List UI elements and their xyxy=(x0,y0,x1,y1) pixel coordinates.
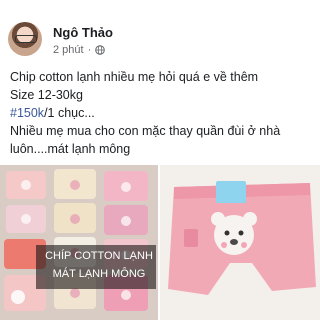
author-name[interactable]: Ngô Thảo xyxy=(53,25,113,40)
caption-line: CHÍP COTTON LẠNH xyxy=(45,250,153,262)
pink-shorts-image xyxy=(160,165,320,320)
post-meta: 2 phút · xyxy=(53,44,106,56)
post-text-line: Nhiều mẹ mua cho con mặc thay quần đùi ở… xyxy=(10,124,281,138)
avatar[interactable] xyxy=(8,22,42,56)
caption-line: MÁT LẠNH MÔNG xyxy=(52,268,146,280)
product-photo-grid[interactable]: CHÍP COTTON LẠNH MÁT LẠNH MÔNG xyxy=(0,165,158,320)
glasses-detail xyxy=(15,35,37,43)
post-text-line: Size 12-30kg xyxy=(10,88,83,102)
dot-separator: · xyxy=(87,44,92,56)
hashtag-link[interactable]: #150k xyxy=(10,106,44,120)
post-text-fragment: /1 chục... xyxy=(44,106,95,120)
product-photo-closeup[interactable] xyxy=(160,165,320,320)
post-time[interactable]: 2 phút xyxy=(53,44,84,56)
post-header: Ngô Thảo 2 phút · xyxy=(8,22,308,62)
underwear-collage-image xyxy=(0,165,158,320)
photo-grid: CHÍP COTTON LẠNH MÁT LẠNH MÔNG xyxy=(0,165,320,320)
post-text-line: #150k/1 chục... xyxy=(10,104,315,122)
post-text-line: luôn....mát lạnh mông xyxy=(10,142,131,156)
post-text-line: Chip cotton lạnh nhiều mẹ hỏi quá e về t… xyxy=(10,70,259,84)
globe-icon xyxy=(95,45,106,55)
